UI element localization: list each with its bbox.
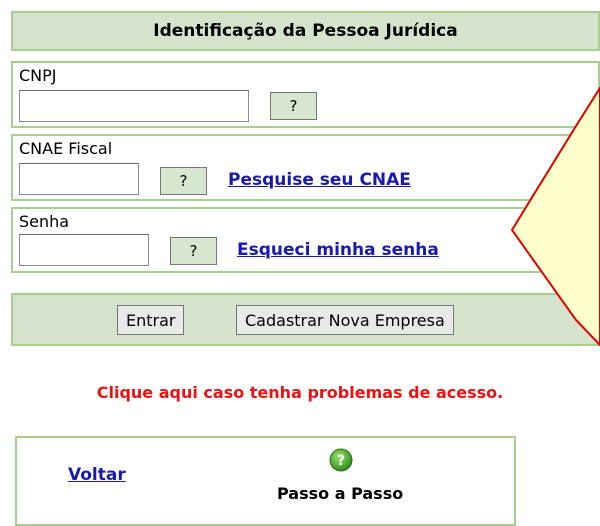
search-cnae-link[interactable]: Pesquise seu CNAE: [228, 170, 411, 190]
forgot-password-link[interactable]: Esqueci minha senha: [237, 240, 439, 260]
cnpj-input[interactable]: [19, 90, 249, 122]
cnae-section: CNAE Fiscal ? Pesquise seu CNAE: [11, 134, 600, 201]
cnpj-label: CNPJ: [19, 66, 57, 85]
question-icon[interactable]: ?: [329, 448, 353, 472]
actions-bar: Entrar Cadastrar Nova Empresa: [11, 293, 600, 346]
senha-label: Senha: [19, 212, 70, 231]
register-company-button[interactable]: Cadastrar Nova Empresa: [236, 305, 454, 335]
password-input[interactable]: [19, 234, 149, 266]
section-title: Identificação da Pessoa Jurídica: [153, 21, 458, 41]
back-link[interactable]: Voltar: [68, 465, 126, 485]
enter-button[interactable]: Entrar: [117, 305, 185, 335]
cnae-label: CNAE Fiscal: [19, 139, 113, 158]
cnae-help-button[interactable]: ?: [160, 167, 207, 195]
access-problem-link[interactable]: Clique aqui caso tenha problemas de aces…: [0, 383, 600, 402]
senha-section: Senha ? Esqueci minha senha: [11, 207, 600, 273]
cnae-input[interactable]: [19, 163, 139, 195]
cnpj-section: CNPJ ?: [11, 61, 600, 128]
step-by-step-label: Passo a Passo: [277, 484, 404, 503]
senha-help-button[interactable]: ?: [170, 237, 217, 265]
section-header: Identificação da Pessoa Jurídica: [11, 11, 600, 51]
svg-text:?: ?: [337, 453, 345, 469]
step-by-step-box: Voltar ? Passo a Passo: [15, 436, 516, 526]
cnpj-help-button[interactable]: ?: [270, 92, 317, 120]
